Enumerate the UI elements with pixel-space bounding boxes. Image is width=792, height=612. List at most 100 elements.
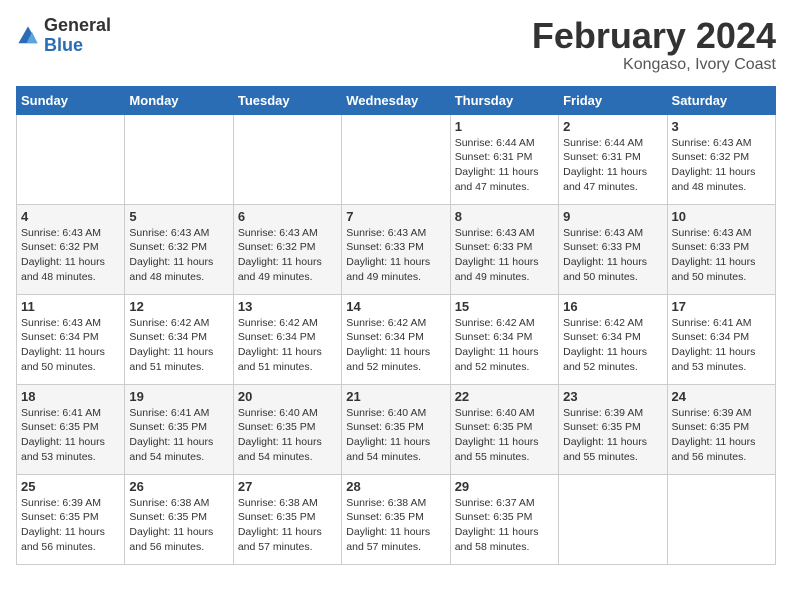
day-number: 28 — [346, 479, 445, 494]
weekday-header-cell: Thursday — [450, 86, 558, 114]
calendar-day-cell: 17 Sunrise: 6:41 AM Sunset: 6:34 PM Dayli… — [667, 294, 775, 384]
day-info: Sunrise: 6:43 AM Sunset: 6:33 PM Dayligh… — [455, 226, 554, 285]
day-number: 10 — [672, 209, 771, 224]
day-number: 16 — [563, 299, 662, 314]
calendar-day-cell — [125, 114, 233, 204]
day-info: Sunrise: 6:42 AM Sunset: 6:34 PM Dayligh… — [563, 316, 662, 375]
day-number: 5 — [129, 209, 228, 224]
day-number: 26 — [129, 479, 228, 494]
calendar-day-cell: 27Sunrise: 6:38 AM Sunset: 6:35 PM Dayli… — [233, 474, 341, 564]
weekday-header-cell: Sunday — [17, 86, 125, 114]
calendar-day-cell: 7Sunrise: 6:43 AM Sunset: 6:33 PM Daylig… — [342, 204, 450, 294]
day-info: Sunrise: 6:40 AM Sunset: 6:35 PM Dayligh… — [455, 406, 554, 465]
day-number: 1 — [455, 119, 554, 134]
day-info: Sunrise: 6:38 AM Sunset: 6:35 PM Dayligh… — [346, 496, 445, 555]
day-info: Sunrise: 6:43 AM Sunset: 6:32 PM Dayligh… — [129, 226, 228, 285]
calendar-day-cell — [17, 114, 125, 204]
day-number: 9 — [563, 209, 662, 224]
calendar-day-cell: 16 Sunrise: 6:42 AM Sunset: 6:34 PM Dayli… — [559, 294, 667, 384]
day-info: Sunrise: 6:43 AM Sunset: 6:32 PM Dayligh… — [672, 136, 771, 195]
calendar-day-cell: 28 Sunrise: 6:38 AM Sunset: 6:35 PM Dayli… — [342, 474, 450, 564]
calendar-day-cell: 19 Sunrise: 6:41 AM Sunset: 6:35 PM Dayli… — [125, 384, 233, 474]
calendar-day-cell: 14 Sunrise: 6:42 AM Sunset: 6:34 PM Dayli… — [342, 294, 450, 384]
day-number: 18 — [21, 389, 120, 404]
calendar-day-cell: 10 Sunrise: 6:43 AM Sunset: 6:33 PM Dayli… — [667, 204, 775, 294]
day-info: Sunrise: 6:44 AM Sunset: 6:31 PM Dayligh… — [563, 136, 662, 195]
location: Kongaso, Ivory Coast — [532, 56, 776, 74]
day-number: 19 — [129, 389, 228, 404]
day-number: 14 — [346, 299, 445, 314]
logo: General Blue — [16, 16, 111, 56]
calendar-week-row: 11 Sunrise: 6:43 AM Sunset: 6:34 PM Dayli… — [17, 294, 776, 384]
day-info: Sunrise: 6:41 AM Sunset: 6:35 PM Dayligh… — [129, 406, 228, 465]
calendar-day-cell: 2Sunrise: 6:44 AM Sunset: 6:31 PM Daylig… — [559, 114, 667, 204]
day-number: 12 — [129, 299, 228, 314]
day-number: 23 — [563, 389, 662, 404]
day-number: 11 — [21, 299, 120, 314]
day-number: 15 — [455, 299, 554, 314]
day-info: Sunrise: 6:43 AM Sunset: 6:33 PM Dayligh… — [672, 226, 771, 285]
day-number: 25 — [21, 479, 120, 494]
calendar-day-cell: 20 Sunrise: 6:40 AM Sunset: 6:35 PM Dayli… — [233, 384, 341, 474]
calendar-day-cell: 6 Sunrise: 6:43 AM Sunset: 6:32 PM Daylig… — [233, 204, 341, 294]
calendar-day-cell: 13Sunrise: 6:42 AM Sunset: 6:34 PM Dayli… — [233, 294, 341, 384]
day-info: Sunrise: 6:40 AM Sunset: 6:35 PM Dayligh… — [238, 406, 337, 465]
weekday-header-cell: Wednesday — [342, 86, 450, 114]
day-number: 22 — [455, 389, 554, 404]
day-info: Sunrise: 6:43 AM Sunset: 6:33 PM Dayligh… — [563, 226, 662, 285]
day-info: Sunrise: 6:38 AM Sunset: 6:35 PM Dayligh… — [129, 496, 228, 555]
day-info: Sunrise: 6:42 AM Sunset: 6:34 PM Dayligh… — [346, 316, 445, 375]
calendar-week-row: 18 Sunrise: 6:41 AM Sunset: 6:35 PM Dayli… — [17, 384, 776, 474]
calendar-day-cell — [667, 474, 775, 564]
calendar-day-cell — [233, 114, 341, 204]
day-info: Sunrise: 6:43 AM Sunset: 6:32 PM Dayligh… — [238, 226, 337, 285]
day-info: Sunrise: 6:42 AM Sunset: 6:34 PM Dayligh… — [129, 316, 228, 375]
day-info: Sunrise: 6:41 AM Sunset: 6:35 PM Dayligh… — [21, 406, 120, 465]
day-number: 3 — [672, 119, 771, 134]
page-header: General Blue February 2024 Kongaso, Ivor… — [16, 16, 776, 74]
logo-text: General Blue — [44, 16, 111, 56]
calendar-day-cell: 11 Sunrise: 6:43 AM Sunset: 6:34 PM Dayli… — [17, 294, 125, 384]
weekday-header-cell: Tuesday — [233, 86, 341, 114]
day-info: Sunrise: 6:38 AM Sunset: 6:35 PM Dayligh… — [238, 496, 337, 555]
day-info: Sunrise: 6:41 AM Sunset: 6:34 PM Dayligh… — [672, 316, 771, 375]
calendar-day-cell: 12 Sunrise: 6:42 AM Sunset: 6:34 PM Dayli… — [125, 294, 233, 384]
calendar-day-cell: 9 Sunrise: 6:43 AM Sunset: 6:33 PM Daylig… — [559, 204, 667, 294]
day-number: 20 — [238, 389, 337, 404]
day-info: Sunrise: 6:44 AM Sunset: 6:31 PM Dayligh… — [455, 136, 554, 195]
calendar-week-row: 1 Sunrise: 6:44 AM Sunset: 6:31 PM Daylig… — [17, 114, 776, 204]
calendar-day-cell — [342, 114, 450, 204]
day-info: Sunrise: 6:43 AM Sunset: 6:34 PM Dayligh… — [21, 316, 120, 375]
title-area: February 2024 Kongaso, Ivory Coast — [532, 16, 776, 74]
day-info: Sunrise: 6:39 AM Sunset: 6:35 PM Dayligh… — [21, 496, 120, 555]
calendar-table: SundayMondayTuesdayWednesdayThursdayFrid… — [16, 86, 776, 565]
calendar-day-cell: 24 Sunrise: 6:39 AM Sunset: 6:35 PM Dayli… — [667, 384, 775, 474]
day-number: 17 — [672, 299, 771, 314]
calendar-day-cell: 29 Sunrise: 6:37 AM Sunset: 6:35 PM Dayli… — [450, 474, 558, 564]
calendar-day-cell: 25 Sunrise: 6:39 AM Sunset: 6:35 PM Dayli… — [17, 474, 125, 564]
calendar-day-cell: 18 Sunrise: 6:41 AM Sunset: 6:35 PM Dayli… — [17, 384, 125, 474]
day-info: Sunrise: 6:43 AM Sunset: 6:32 PM Dayligh… — [21, 226, 120, 285]
calendar-day-cell: 26 Sunrise: 6:38 AM Sunset: 6:35 PM Dayli… — [125, 474, 233, 564]
day-info: Sunrise: 6:39 AM Sunset: 6:35 PM Dayligh… — [672, 406, 771, 465]
day-number: 4 — [21, 209, 120, 224]
calendar-day-cell: 8Sunrise: 6:43 AM Sunset: 6:33 PM Daylig… — [450, 204, 558, 294]
weekday-header-cell: Saturday — [667, 86, 775, 114]
day-number: 29 — [455, 479, 554, 494]
weekday-header-cell: Friday — [559, 86, 667, 114]
weekday-header-row: SundayMondayTuesdayWednesdayThursdayFrid… — [17, 86, 776, 114]
calendar-week-row: 4 Sunrise: 6:43 AM Sunset: 6:32 PM Daylig… — [17, 204, 776, 294]
calendar-day-cell: 22 Sunrise: 6:40 AM Sunset: 6:35 PM Dayli… — [450, 384, 558, 474]
calendar-day-cell: 23 Sunrise: 6:39 AM Sunset: 6:35 PM Dayli… — [559, 384, 667, 474]
calendar-day-cell — [559, 474, 667, 564]
calendar-day-cell: 15Sunrise: 6:42 AM Sunset: 6:34 PM Dayli… — [450, 294, 558, 384]
day-number: 6 — [238, 209, 337, 224]
calendar-body: 1 Sunrise: 6:44 AM Sunset: 6:31 PM Daylig… — [17, 114, 776, 564]
logo-icon — [16, 24, 40, 48]
calendar-day-cell: 21Sunrise: 6:40 AM Sunset: 6:35 PM Dayli… — [342, 384, 450, 474]
day-info: Sunrise: 6:39 AM Sunset: 6:35 PM Dayligh… — [563, 406, 662, 465]
month-title: February 2024 — [532, 16, 776, 56]
day-number: 24 — [672, 389, 771, 404]
day-info: Sunrise: 6:37 AM Sunset: 6:35 PM Dayligh… — [455, 496, 554, 555]
day-info: Sunrise: 6:42 AM Sunset: 6:34 PM Dayligh… — [238, 316, 337, 375]
